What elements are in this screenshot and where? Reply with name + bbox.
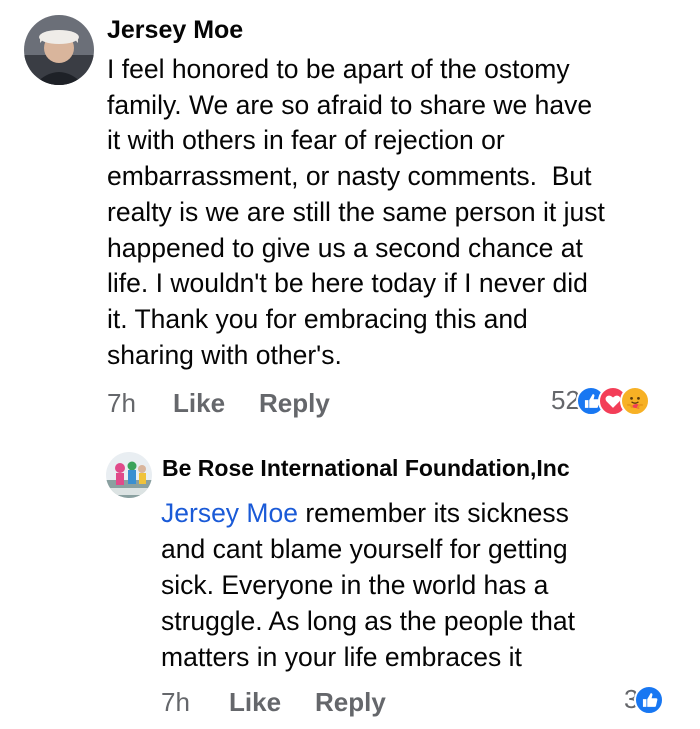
reply-author-name[interactable]: Be Rose International Foundation,Inc [162, 455, 570, 482]
like-button[interactable]: Like [173, 388, 225, 419]
profile-photo-icon [106, 452, 152, 498]
profile-photo-icon [24, 15, 94, 85]
reply-line: and cant blame yourself for getting [161, 534, 568, 564]
comment-line: happened to give us a second chance at [107, 232, 583, 263]
reply-timestamp[interactable]: 7h [161, 687, 190, 718]
reply-action-bar: 7h Like Reply [161, 687, 421, 719]
comment-timestamp[interactable]: 7h [107, 388, 136, 419]
comment-author-name[interactable]: Jersey Moe [107, 16, 243, 45]
comment-line: sharing with other's. [107, 339, 342, 370]
comment-line: life. I wouldn't be here today if I neve… [107, 268, 588, 299]
reply-button[interactable]: Reply [259, 388, 330, 419]
reply-line: sick. Everyone in the world has a [161, 570, 549, 600]
comment-line: I feel honored to be apart of the ostomy [107, 54, 570, 84]
reply-line: struggle. As long as the people that [161, 606, 575, 636]
avatar-jersey-moe[interactable] [24, 15, 94, 85]
reply-button[interactable]: Reply [315, 687, 386, 718]
reply-first-line: Jersey Moe remember its sickness [161, 495, 575, 531]
comment-action-bar: 7h Like Reply [107, 388, 367, 420]
comment-body: I feel honored to be apart of the ostomy… [107, 52, 605, 373]
comment-line: it. Thank you for embracing this and [107, 303, 528, 334]
comment-line: realty is we are still the same person i… [107, 196, 605, 227]
reaction-summary[interactable]: 3 [624, 684, 665, 715]
reaction-summary[interactable]: 52 [551, 385, 650, 416]
avatar-be-rose-foundation[interactable] [106, 452, 152, 498]
reply-line: matters in your life embraces it [161, 642, 522, 672]
reply-body: Jersey Moe remember its sickness and can… [161, 495, 575, 675]
like-button[interactable]: Like [229, 687, 281, 718]
comment-line: it with others in fear of rejection or [107, 125, 505, 156]
like-reaction-icon [634, 684, 665, 715]
reply-line: remember its sickness [297, 498, 569, 528]
comment-line: family. We are so afraid to share we hav… [107, 89, 593, 120]
care-reaction-icon [619, 385, 650, 416]
comment-line: embarrassment, or nasty comments. But [107, 161, 592, 192]
mention-link[interactable]: Jersey Moe [161, 498, 298, 528]
